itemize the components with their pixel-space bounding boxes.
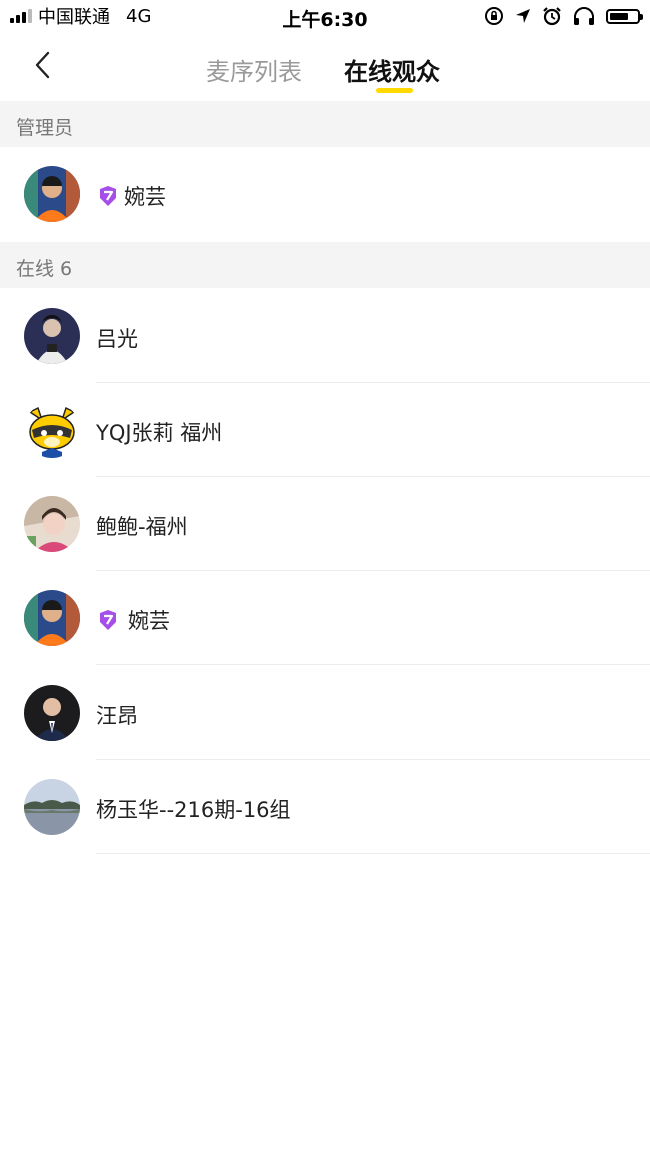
- list-item[interactable]: 鲍鲍-福州: [0, 477, 650, 571]
- user-name-text: 汪昂: [96, 704, 138, 728]
- user-name: 杨玉华--216期-16组: [96, 794, 291, 824]
- tab-online-audience[interactable]: 在线观众: [344, 52, 440, 87]
- user-name: 吕光: [96, 323, 138, 353]
- rotation-lock-icon: [485, 7, 503, 25]
- row-divider: [96, 664, 650, 665]
- user-name-text: YQJ张莉 福州: [96, 421, 223, 445]
- list-item[interactable]: 婉芸: [0, 571, 650, 665]
- location-arrow-icon: [516, 9, 530, 23]
- avatar: [24, 496, 80, 552]
- tab-mic-queue[interactable]: 麦序列表: [206, 52, 302, 87]
- avatar: [24, 590, 80, 646]
- user-name: 汪昂: [96, 700, 138, 730]
- section-header-admins: 管理员: [0, 101, 650, 147]
- purple-gem-badge-icon: [100, 186, 116, 206]
- user-name-text: 杨玉华--216期-16组: [96, 798, 291, 822]
- back-button[interactable]: [26, 48, 58, 82]
- avatar: [24, 402, 80, 458]
- list-item[interactable]: 婉芸: [0, 147, 650, 241]
- status-bar: 中国联通 4G 上午6:30: [0, 0, 650, 34]
- user-name: YQJ张莉 福州: [96, 417, 222, 447]
- section-header-online: 在线 6: [0, 242, 650, 288]
- section-label: 管理员: [16, 117, 74, 139]
- list-item[interactable]: 汪昂: [0, 666, 650, 760]
- avatar: [24, 308, 80, 364]
- headphones-icon: [574, 7, 594, 25]
- row-divider: [96, 853, 650, 854]
- list-item[interactable]: YQJ张莉 福州: [0, 383, 650, 477]
- status-right: [484, 5, 643, 27]
- avatar: [24, 779, 80, 835]
- list-item[interactable]: 吕光: [0, 289, 650, 383]
- user-name: 婉芸: [96, 605, 170, 635]
- avatar: [24, 166, 80, 222]
- active-tab-indicator: [376, 88, 413, 93]
- alarm-clock-icon: [543, 7, 561, 26]
- chevron-left-icon: [35, 51, 50, 79]
- section-label: 在线 6: [16, 258, 73, 280]
- top-navigation: 麦序列表 在线观众: [0, 34, 650, 100]
- user-name-text: 鲍鲍-福州: [96, 515, 188, 539]
- user-name: 鲍鲍-福州: [96, 511, 188, 541]
- user-name: 婉芸: [96, 181, 166, 211]
- user-name-text: 吕光: [96, 327, 138, 351]
- purple-gem-badge-icon: [100, 610, 116, 630]
- user-name-text: 婉芸: [128, 609, 170, 633]
- list-item[interactable]: 杨玉华--216期-16组: [0, 760, 650, 854]
- avatar: [24, 685, 80, 741]
- battery-icon: [606, 8, 643, 24]
- user-name-text: 婉芸: [124, 185, 166, 209]
